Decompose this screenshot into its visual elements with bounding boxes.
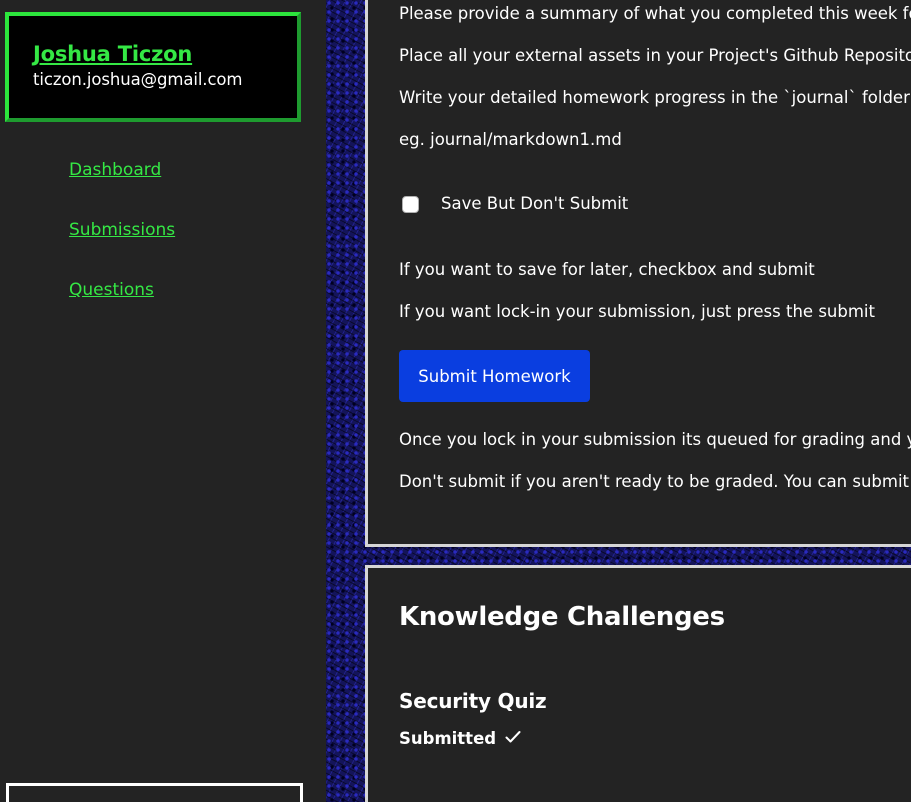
submit-homework-button[interactable]: Submit Homework [399,350,590,402]
sidebar-bottom-panel [6,783,303,802]
nav-link-submissions[interactable]: Submissions [69,218,175,278]
instruction-summary: Please provide a summary of what you com… [399,4,911,23]
check-icon [505,729,521,748]
profile-name-link[interactable]: Joshua Ticzon [33,42,297,66]
save-hint: If you want to save for later, checkbox … [399,260,815,279]
instruction-example: eg. journal/markdown1.md [399,130,622,149]
instruction-journal: Write your detailed homework progress in… [399,88,911,107]
profile-email: ticzon.joshua@gmail.com [33,70,243,89]
quiz-title: Security Quiz [399,689,547,713]
quiz-status: Submitted [399,729,521,748]
knowledge-challenges-title: Knowledge Challenges [399,602,725,632]
sidebar: Joshua Ticzon ticzon.joshua@gmail.com Da… [0,0,326,802]
knowledge-panel: Knowledge Challenges Security Quiz Submi… [365,565,911,802]
ready-note: Don't submit if you aren't ready to be g… [399,472,911,491]
instruction-assets: Place all your external assets in your P… [399,46,911,65]
save-checkbox[interactable] [402,195,419,213]
sidebar-nav: Dashboard Submissions Questions [69,158,175,338]
quiz-status-text: Submitted [399,729,497,748]
save-checkbox-row[interactable]: Save But Don't Submit [402,193,628,215]
homework-panel: Please provide a summary of what you com… [365,0,911,547]
profile-card: Joshua Ticzon ticzon.joshua@gmail.com [5,12,301,122]
lock-hint: If you want lock-in your submission, jus… [399,302,875,321]
queued-note: Once you lock in your submission its que… [399,430,911,449]
nav-link-questions[interactable]: Questions [69,278,175,338]
save-checkbox-label: Save But Don't Submit [441,194,629,213]
nav-link-dashboard[interactable]: Dashboard [69,158,175,218]
